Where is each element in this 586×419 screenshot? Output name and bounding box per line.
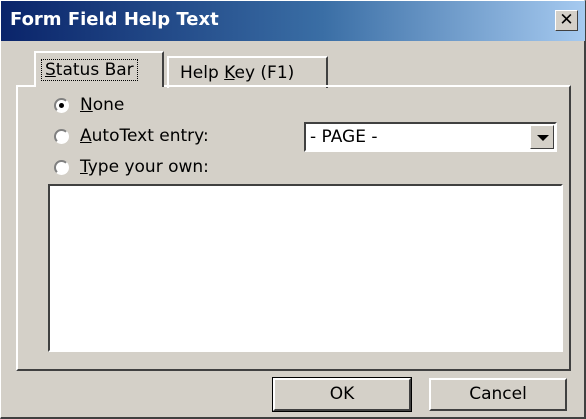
chevron-down-icon[interactable] [530,125,554,149]
radio-none-label[interactable]: None [80,95,124,115]
radio-none[interactable] [54,98,69,113]
tab-status-bar[interactable]: Status Bar [34,51,164,87]
title-bar[interactable]: Form Field Help Text ✕ [1,1,585,41]
help-text-textarea[interactable] [48,184,563,352]
tab-help-key[interactable]: Help Key (F1) [167,56,328,88]
autotext-select-value: - PAGE - [310,127,378,147]
ok-button[interactable]: OK [272,377,412,412]
tab-status-bar-label: Status Bar [41,59,138,81]
radio-type-your-own-label[interactable]: Type your own: [80,157,209,177]
cancel-button[interactable]: Cancel [429,378,567,411]
radio-autotext-entry-label[interactable]: AutoText entry: [80,126,209,146]
radio-autotext-entry[interactable] [54,129,69,144]
radio-type-your-own[interactable] [54,160,69,175]
radio-selected-dot [59,103,64,108]
autotext-select[interactable]: - PAGE - [304,122,557,152]
tab-help-key-label: Help Key (F1) [180,63,295,83]
window-title: Form Field Help Text [10,9,219,30]
form-field-help-text-dialog: Form Field Help Text ✕ Status Bar Help K… [0,0,586,419]
close-button[interactable]: ✕ [555,10,578,31]
close-icon: ✕ [559,10,574,30]
